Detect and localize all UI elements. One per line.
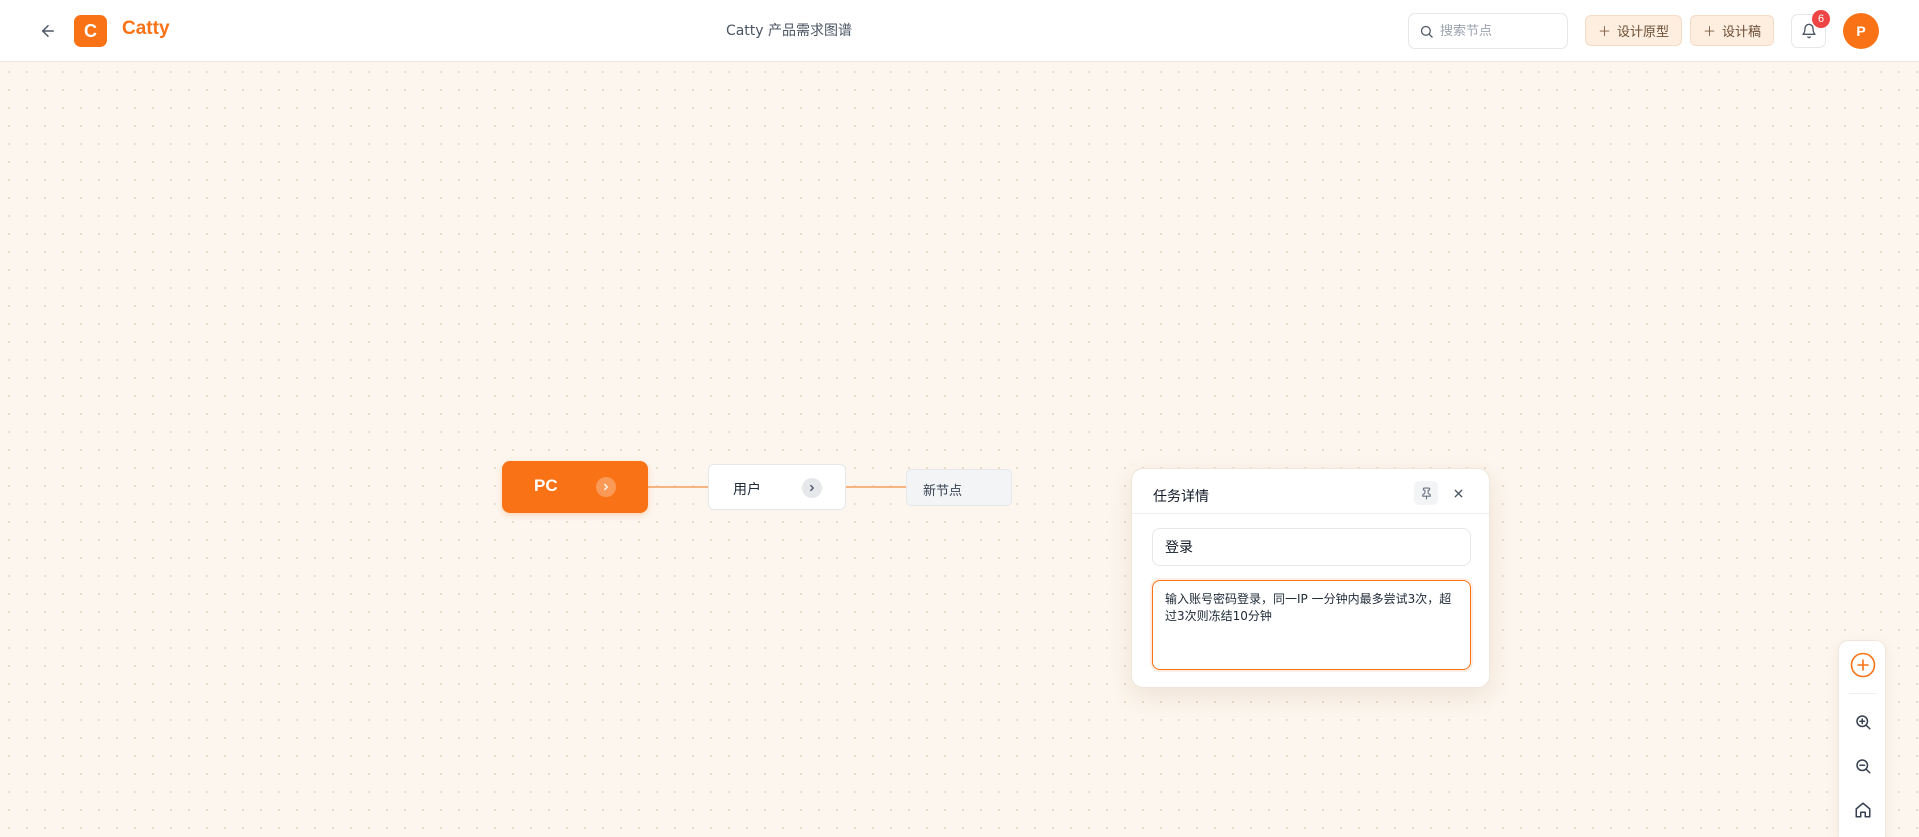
node-user[interactable]: 用户 [708, 464, 846, 510]
search-input[interactable] [1440, 23, 1560, 39]
edge-pc-user [648, 486, 708, 488]
canvas-toolbar [1838, 640, 1886, 837]
zoom-in-button[interactable] [1849, 708, 1877, 736]
task-description-textarea[interactable]: 输入账号密码登录，同一IP 一分钟内最多尝试3次，超过3次则冻结10分钟 [1152, 580, 1471, 670]
notification-badge: 6 [1812, 10, 1830, 28]
zoom-out-icon [1856, 759, 1871, 774]
plus-icon: ＋ [1703, 25, 1717, 40]
plus-circle-icon [1850, 652, 1876, 678]
task-name-input[interactable] [1152, 528, 1471, 566]
user-avatar[interactable]: P [1843, 13, 1879, 49]
zoom-out-button[interactable] [1849, 752, 1877, 780]
fit-home-button[interactable] [1849, 796, 1877, 824]
chevron-right-icon [604, 483, 608, 491]
design-prototype-label: 设计原型 [1617, 25, 1670, 40]
search-icon [1420, 25, 1433, 38]
node-user-label: 用户 [733, 482, 761, 498]
design-prototype-button[interactable]: ＋ 设计原型 [1585, 15, 1683, 46]
close-icon [1454, 489, 1462, 497]
design-draft-button[interactable]: ＋ 设计稿 [1690, 15, 1775, 46]
node-pc-expand-button[interactable] [596, 477, 616, 497]
node-new[interactable]: 新节点 [906, 469, 1012, 506]
home-icon [1855, 802, 1871, 818]
toolbar-divider [1849, 693, 1877, 694]
pin-button[interactable] [1414, 481, 1438, 505]
top-header: C Catty Catty 产品需求图谱 ＋ 设计原型 ＋ 设计稿 6 P [0, 0, 1919, 62]
task-panel-title: 任务详情 [1153, 489, 1209, 505]
node-pc-label: PC [534, 476, 558, 495]
node-pc[interactable]: PC [502, 461, 648, 513]
plus-icon: ＋ [1598, 25, 1612, 40]
search-box[interactable] [1408, 13, 1568, 49]
node-new-label: 新节点 [923, 484, 963, 499]
design-draft-label: 设计稿 [1722, 25, 1762, 40]
close-panel-button[interactable] [1446, 481, 1470, 505]
chevron-right-icon [810, 484, 814, 492]
mind-map-canvas[interactable] [0, 63, 1919, 837]
zoom-in-icon [1856, 715, 1871, 730]
add-node-button[interactable] [1849, 651, 1877, 679]
edge-user-new [846, 486, 906, 488]
node-user-expand-button[interactable] [802, 478, 822, 498]
page-title: Catty 产品需求图谱 [725, 23, 853, 39]
pin-icon [1421, 487, 1431, 499]
